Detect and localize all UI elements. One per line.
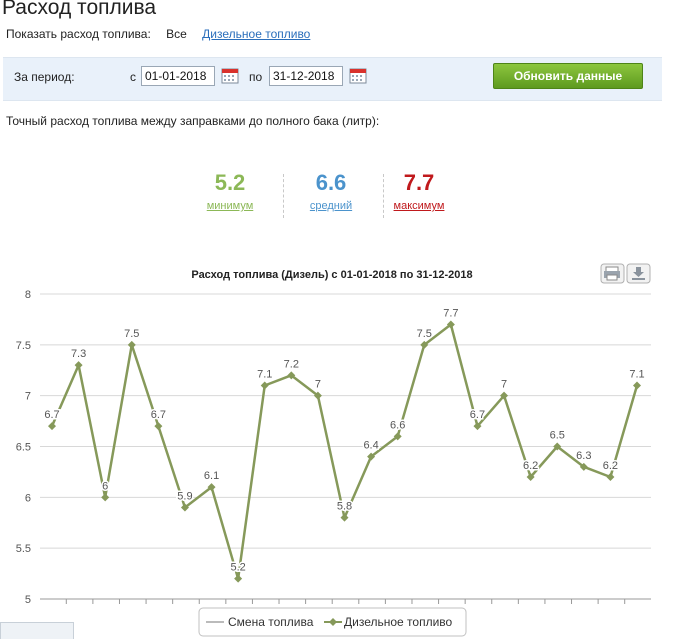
date-to-input[interactable] [269,66,343,86]
data-label: 6.2 [523,460,538,472]
data-label: 7.5 [417,328,432,340]
data-label: 7.1 [257,369,272,381]
series-line-diesel [50,323,639,580]
chart-title: Расход топлива (Дизель) с 01-01-2018 по … [191,269,472,281]
data-label: 6.7 [44,409,59,421]
to-label: по [249,70,263,84]
y-tick-label: 7.5 [16,340,31,352]
download-icon[interactable] [626,263,651,284]
filter-all[interactable]: Все [166,27,187,41]
data-label: 7.2 [284,358,299,370]
data-point[interactable] [127,340,136,349]
data-point[interactable] [101,493,110,502]
from-label: с [130,70,136,84]
data-label: 5.9 [177,491,192,503]
calendar-icon[interactable] [221,67,239,84]
stat-max-label[interactable]: максимум [369,200,469,212]
fuel-filter-row: Показать расход топлива: Все Дизельное т… [6,27,310,41]
stat-avg-value: 6.6 [315,170,347,195]
data-label: 5.8 [337,501,352,513]
print-icon[interactable] [600,263,625,284]
data-point[interactable] [48,422,56,431]
data-point[interactable] [154,422,163,431]
data-label: 5.2 [230,562,245,574]
stat-min-label[interactable]: минимум [180,200,280,212]
y-tick-label: 8 [25,289,31,301]
y-tick-label: 5.5 [16,543,31,555]
chart-legend: Смена топлива Дизельное топливо [198,607,467,637]
y-tick-label: 6.5 [16,442,31,454]
y-tick-label: 6 [25,492,31,504]
data-label: 6.2 [603,460,618,472]
data-label: 6 [102,480,108,492]
stat-average: 6.6 средний [281,170,381,212]
data-label: 6.7 [151,409,166,421]
data-point[interactable] [606,473,615,481]
data-point[interactable] [234,574,243,583]
legend-item-fuel-change[interactable]: Смена топлива [228,615,314,629]
fuel-consumption-chart: Расход топлива (Дизель) с 01-01-2018 по … [16,263,651,637]
data-point[interactable] [633,381,641,390]
stat-min-value: 5.2 [214,170,246,195]
data-point[interactable] [74,361,83,370]
legend-item-diesel[interactable]: Дизельное топливо [344,615,453,629]
data-label: 7 [315,379,321,391]
calendar-icon[interactable] [349,67,367,84]
data-label: 7.7 [443,308,458,320]
data-point[interactable] [340,513,349,522]
data-label: 6.6 [390,419,405,431]
data-point[interactable] [260,381,269,390]
data-label: 6.7 [470,409,485,421]
stat-max-value: 7.7 [403,170,435,195]
period-label: За период: [14,70,75,84]
stat-maximum: 7.7 максимум [369,170,469,212]
page-title: Расход топлива [2,0,157,19]
y-tick-label: 7 [25,391,31,403]
data-label: 7.1 [629,369,644,381]
data-label: 6.3 [576,450,591,462]
data-label: 7.5 [124,328,139,340]
data-label: 7 [501,379,507,391]
y-tick-label: 5 [25,594,31,606]
stat-avg-label[interactable]: средний [281,200,381,212]
data-label: 6.5 [550,430,565,442]
period-bar: За период: с по Обновить данные [3,57,662,101]
refresh-data-button[interactable]: Обновить данные [493,63,643,89]
filter-diesel-link[interactable]: Дизельное топливо [202,27,310,41]
stat-minimum: 5.2 минимум [180,170,280,212]
data-label: 6.1 [204,470,219,482]
date-from-input[interactable] [141,66,215,86]
show-fuel-label: Показать расход топлива: [6,27,151,41]
data-label: 7.3 [71,348,86,360]
data-label: 6.4 [363,440,378,452]
window-tab [0,622,74,639]
consumption-description: Точный расход топлива между заправками д… [6,114,380,128]
